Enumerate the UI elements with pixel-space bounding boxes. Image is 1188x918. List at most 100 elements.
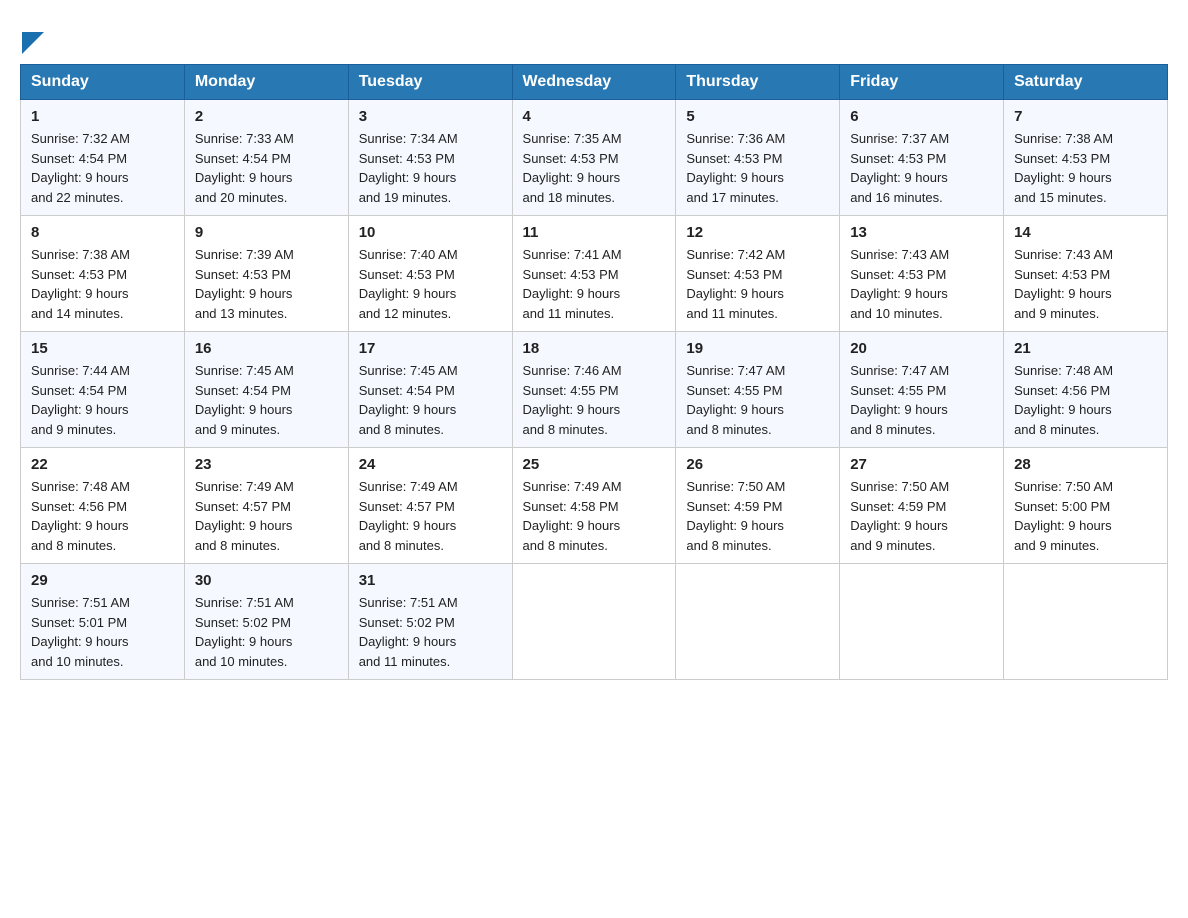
calendar-cell: 5 Sunrise: 7:36 AMSunset: 4:53 PMDayligh… bbox=[676, 100, 840, 216]
calendar-cell: 12 Sunrise: 7:42 AMSunset: 4:53 PMDaylig… bbox=[676, 216, 840, 332]
day-number: 29 bbox=[31, 572, 174, 589]
column-header-saturday: Saturday bbox=[1004, 65, 1168, 100]
calendar-cell: 29 Sunrise: 7:51 AMSunset: 5:01 PMDaylig… bbox=[21, 564, 185, 680]
calendar-cell: 17 Sunrise: 7:45 AMSunset: 4:54 PMDaylig… bbox=[348, 332, 512, 448]
column-header-wednesday: Wednesday bbox=[512, 65, 676, 100]
day-info: Sunrise: 7:42 AMSunset: 4:53 PMDaylight:… bbox=[686, 247, 785, 321]
day-number: 17 bbox=[359, 340, 502, 357]
day-number: 22 bbox=[31, 456, 174, 473]
calendar-cell: 8 Sunrise: 7:38 AMSunset: 4:53 PMDayligh… bbox=[21, 216, 185, 332]
day-number: 6 bbox=[850, 108, 993, 125]
calendar-cell: 6 Sunrise: 7:37 AMSunset: 4:53 PMDayligh… bbox=[840, 100, 1004, 216]
column-header-tuesday: Tuesday bbox=[348, 65, 512, 100]
day-info: Sunrise: 7:40 AMSunset: 4:53 PMDaylight:… bbox=[359, 247, 458, 321]
calendar-cell: 7 Sunrise: 7:38 AMSunset: 4:53 PMDayligh… bbox=[1004, 100, 1168, 216]
calendar-week-row: 29 Sunrise: 7:51 AMSunset: 5:01 PMDaylig… bbox=[21, 564, 1168, 680]
day-info: Sunrise: 7:47 AMSunset: 4:55 PMDaylight:… bbox=[686, 363, 785, 437]
day-info: Sunrise: 7:38 AMSunset: 4:53 PMDaylight:… bbox=[31, 247, 130, 321]
calendar-cell: 22 Sunrise: 7:48 AMSunset: 4:56 PMDaylig… bbox=[21, 448, 185, 564]
calendar-table: SundayMondayTuesdayWednesdayThursdayFrid… bbox=[20, 64, 1168, 680]
day-number: 7 bbox=[1014, 108, 1157, 125]
day-info: Sunrise: 7:49 AMSunset: 4:58 PMDaylight:… bbox=[523, 479, 622, 553]
day-number: 28 bbox=[1014, 456, 1157, 473]
day-info: Sunrise: 7:41 AMSunset: 4:53 PMDaylight:… bbox=[523, 247, 622, 321]
calendar-cell: 3 Sunrise: 7:34 AMSunset: 4:53 PMDayligh… bbox=[348, 100, 512, 216]
day-info: Sunrise: 7:44 AMSunset: 4:54 PMDaylight:… bbox=[31, 363, 130, 437]
day-info: Sunrise: 7:45 AMSunset: 4:54 PMDaylight:… bbox=[359, 363, 458, 437]
calendar-week-row: 1 Sunrise: 7:32 AMSunset: 4:54 PMDayligh… bbox=[21, 100, 1168, 216]
calendar-cell: 10 Sunrise: 7:40 AMSunset: 4:53 PMDaylig… bbox=[348, 216, 512, 332]
day-number: 23 bbox=[195, 456, 338, 473]
calendar-cell: 11 Sunrise: 7:41 AMSunset: 4:53 PMDaylig… bbox=[512, 216, 676, 332]
calendar-cell: 9 Sunrise: 7:39 AMSunset: 4:53 PMDayligh… bbox=[184, 216, 348, 332]
day-number: 11 bbox=[523, 224, 666, 241]
calendar-cell: 15 Sunrise: 7:44 AMSunset: 4:54 PMDaylig… bbox=[21, 332, 185, 448]
day-info: Sunrise: 7:45 AMSunset: 4:54 PMDaylight:… bbox=[195, 363, 294, 437]
calendar-cell: 14 Sunrise: 7:43 AMSunset: 4:53 PMDaylig… bbox=[1004, 216, 1168, 332]
calendar-cell bbox=[512, 564, 676, 680]
day-info: Sunrise: 7:34 AMSunset: 4:53 PMDaylight:… bbox=[359, 131, 458, 205]
calendar-header-row: SundayMondayTuesdayWednesdayThursdayFrid… bbox=[21, 65, 1168, 100]
logo bbox=[20, 20, 44, 54]
day-number: 9 bbox=[195, 224, 338, 241]
calendar-cell: 26 Sunrise: 7:50 AMSunset: 4:59 PMDaylig… bbox=[676, 448, 840, 564]
day-number: 25 bbox=[523, 456, 666, 473]
day-number: 31 bbox=[359, 572, 502, 589]
column-header-thursday: Thursday bbox=[676, 65, 840, 100]
column-header-sunday: Sunday bbox=[21, 65, 185, 100]
calendar-cell: 21 Sunrise: 7:48 AMSunset: 4:56 PMDaylig… bbox=[1004, 332, 1168, 448]
calendar-cell: 4 Sunrise: 7:35 AMSunset: 4:53 PMDayligh… bbox=[512, 100, 676, 216]
column-header-monday: Monday bbox=[184, 65, 348, 100]
calendar-cell: 19 Sunrise: 7:47 AMSunset: 4:55 PMDaylig… bbox=[676, 332, 840, 448]
day-info: Sunrise: 7:37 AMSunset: 4:53 PMDaylight:… bbox=[850, 131, 949, 205]
day-info: Sunrise: 7:38 AMSunset: 4:53 PMDaylight:… bbox=[1014, 131, 1113, 205]
calendar-cell bbox=[676, 564, 840, 680]
day-number: 2 bbox=[195, 108, 338, 125]
calendar-cell: 1 Sunrise: 7:32 AMSunset: 4:54 PMDayligh… bbox=[21, 100, 185, 216]
day-info: Sunrise: 7:50 AMSunset: 5:00 PMDaylight:… bbox=[1014, 479, 1113, 553]
day-number: 1 bbox=[31, 108, 174, 125]
day-number: 13 bbox=[850, 224, 993, 241]
day-number: 27 bbox=[850, 456, 993, 473]
calendar-cell: 13 Sunrise: 7:43 AMSunset: 4:53 PMDaylig… bbox=[840, 216, 1004, 332]
day-info: Sunrise: 7:48 AMSunset: 4:56 PMDaylight:… bbox=[1014, 363, 1113, 437]
day-info: Sunrise: 7:50 AMSunset: 4:59 PMDaylight:… bbox=[686, 479, 785, 553]
day-info: Sunrise: 7:33 AMSunset: 4:54 PMDaylight:… bbox=[195, 131, 294, 205]
calendar-week-row: 8 Sunrise: 7:38 AMSunset: 4:53 PMDayligh… bbox=[21, 216, 1168, 332]
day-number: 20 bbox=[850, 340, 993, 357]
calendar-cell: 20 Sunrise: 7:47 AMSunset: 4:55 PMDaylig… bbox=[840, 332, 1004, 448]
calendar-cell bbox=[840, 564, 1004, 680]
day-info: Sunrise: 7:32 AMSunset: 4:54 PMDaylight:… bbox=[31, 131, 130, 205]
day-info: Sunrise: 7:50 AMSunset: 4:59 PMDaylight:… bbox=[850, 479, 949, 553]
day-number: 4 bbox=[523, 108, 666, 125]
day-number: 3 bbox=[359, 108, 502, 125]
calendar-cell: 16 Sunrise: 7:45 AMSunset: 4:54 PMDaylig… bbox=[184, 332, 348, 448]
day-number: 14 bbox=[1014, 224, 1157, 241]
day-info: Sunrise: 7:36 AMSunset: 4:53 PMDaylight:… bbox=[686, 131, 785, 205]
day-number: 18 bbox=[523, 340, 666, 357]
calendar-cell: 23 Sunrise: 7:49 AMSunset: 4:57 PMDaylig… bbox=[184, 448, 348, 564]
day-info: Sunrise: 7:49 AMSunset: 4:57 PMDaylight:… bbox=[195, 479, 294, 553]
day-info: Sunrise: 7:39 AMSunset: 4:53 PMDaylight:… bbox=[195, 247, 294, 321]
day-number: 12 bbox=[686, 224, 829, 241]
day-info: Sunrise: 7:46 AMSunset: 4:55 PMDaylight:… bbox=[523, 363, 622, 437]
day-info: Sunrise: 7:43 AMSunset: 4:53 PMDaylight:… bbox=[1014, 247, 1113, 321]
day-number: 26 bbox=[686, 456, 829, 473]
calendar-cell: 30 Sunrise: 7:51 AMSunset: 5:02 PMDaylig… bbox=[184, 564, 348, 680]
calendar-cell: 18 Sunrise: 7:46 AMSunset: 4:55 PMDaylig… bbox=[512, 332, 676, 448]
day-info: Sunrise: 7:51 AMSunset: 5:01 PMDaylight:… bbox=[31, 595, 130, 669]
calendar-week-row: 22 Sunrise: 7:48 AMSunset: 4:56 PMDaylig… bbox=[21, 448, 1168, 564]
day-number: 15 bbox=[31, 340, 174, 357]
calendar-cell bbox=[1004, 564, 1168, 680]
day-number: 5 bbox=[686, 108, 829, 125]
day-number: 8 bbox=[31, 224, 174, 241]
calendar-cell: 31 Sunrise: 7:51 AMSunset: 5:02 PMDaylig… bbox=[348, 564, 512, 680]
day-number: 21 bbox=[1014, 340, 1157, 357]
day-info: Sunrise: 7:48 AMSunset: 4:56 PMDaylight:… bbox=[31, 479, 130, 553]
day-info: Sunrise: 7:47 AMSunset: 4:55 PMDaylight:… bbox=[850, 363, 949, 437]
day-number: 19 bbox=[686, 340, 829, 357]
calendar-cell: 25 Sunrise: 7:49 AMSunset: 4:58 PMDaylig… bbox=[512, 448, 676, 564]
day-number: 24 bbox=[359, 456, 502, 473]
day-info: Sunrise: 7:51 AMSunset: 5:02 PMDaylight:… bbox=[359, 595, 458, 669]
calendar-week-row: 15 Sunrise: 7:44 AMSunset: 4:54 PMDaylig… bbox=[21, 332, 1168, 448]
